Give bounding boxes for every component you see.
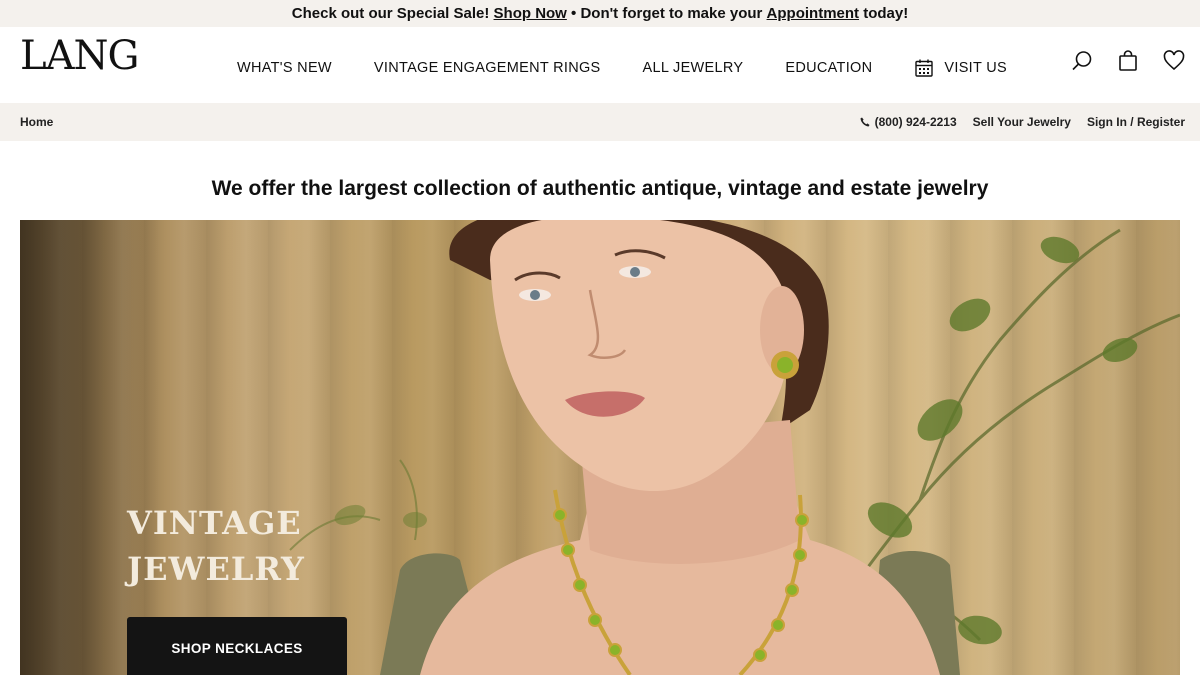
sell-jewelry-link[interactable]: Sell Your Jewelry xyxy=(973,115,1071,129)
phone-number: (800) 924-2213 xyxy=(874,115,957,129)
logo[interactable]: LANG xyxy=(20,33,139,79)
utility-links: (800) 924-2213 Sell Your Jewelry Sign In… xyxy=(860,115,1185,129)
breadcrumb-home[interactable]: Home xyxy=(20,115,53,129)
separator: / xyxy=(1130,115,1134,129)
phone-link[interactable]: (800) 924-2213 xyxy=(860,115,957,129)
phone-icon xyxy=(860,117,870,127)
hero-title-line-2: JEWELRY xyxy=(127,550,305,588)
nav-education[interactable]: EDUCATION xyxy=(785,60,872,76)
nav-all-jewelry[interactable]: ALL JEWELRY xyxy=(643,60,744,76)
promo-bar: Check out our Special Sale! Shop Now • D… xyxy=(0,0,1200,27)
nav-visit-us[interactable]: VISIT US xyxy=(914,58,1007,78)
page-tagline: We offer the largest collection of authe… xyxy=(211,177,989,200)
calendar-icon xyxy=(914,58,934,78)
shop-necklaces-button[interactable]: SHOP NECKLACES xyxy=(127,617,347,675)
shop-now-link[interactable]: Shop Now xyxy=(494,5,567,22)
promo-text-3: today! xyxy=(863,5,909,22)
search-icon[interactable] xyxy=(1070,49,1094,73)
site-header: LANG WHAT'S NEW VINTAGE ENGAGEMENT RINGS… xyxy=(0,27,1200,103)
sign-in-link[interactable]: Sign In xyxy=(1087,115,1127,129)
header-icons xyxy=(1048,49,1186,73)
appointment-link[interactable]: Appointment xyxy=(767,5,859,22)
hero-banner: VINTAGE JEWELRY SHOP NECKLACES xyxy=(20,220,1180,675)
nav-whats-new[interactable]: WHAT'S NEW xyxy=(237,60,332,76)
heart-icon[interactable] xyxy=(1162,49,1186,73)
model-wearing-necklace xyxy=(380,220,960,675)
register-link[interactable]: Register xyxy=(1137,115,1185,129)
promo-text-2: • Don't forget to make your xyxy=(571,5,763,22)
promo-text-1: Check out our Special Sale! xyxy=(291,5,490,22)
nav-vintage-engagement-rings[interactable]: VINTAGE ENGAGEMENT RINGS xyxy=(374,60,601,76)
sign-in-register: Sign In / Register xyxy=(1087,115,1185,129)
hero-title: VINTAGE JEWELRY xyxy=(127,500,367,592)
utility-bar: Home (800) 924-2213 Sell Your Jewelry Si… xyxy=(0,103,1200,141)
nav-visit-us-label: VISIT US xyxy=(944,60,1007,76)
shopping-bag-icon[interactable] xyxy=(1116,49,1140,73)
main-nav: WHAT'S NEW VINTAGE ENGAGEMENT RINGS ALL … xyxy=(217,57,1049,79)
hero-title-line-1: VINTAGE xyxy=(127,504,302,542)
